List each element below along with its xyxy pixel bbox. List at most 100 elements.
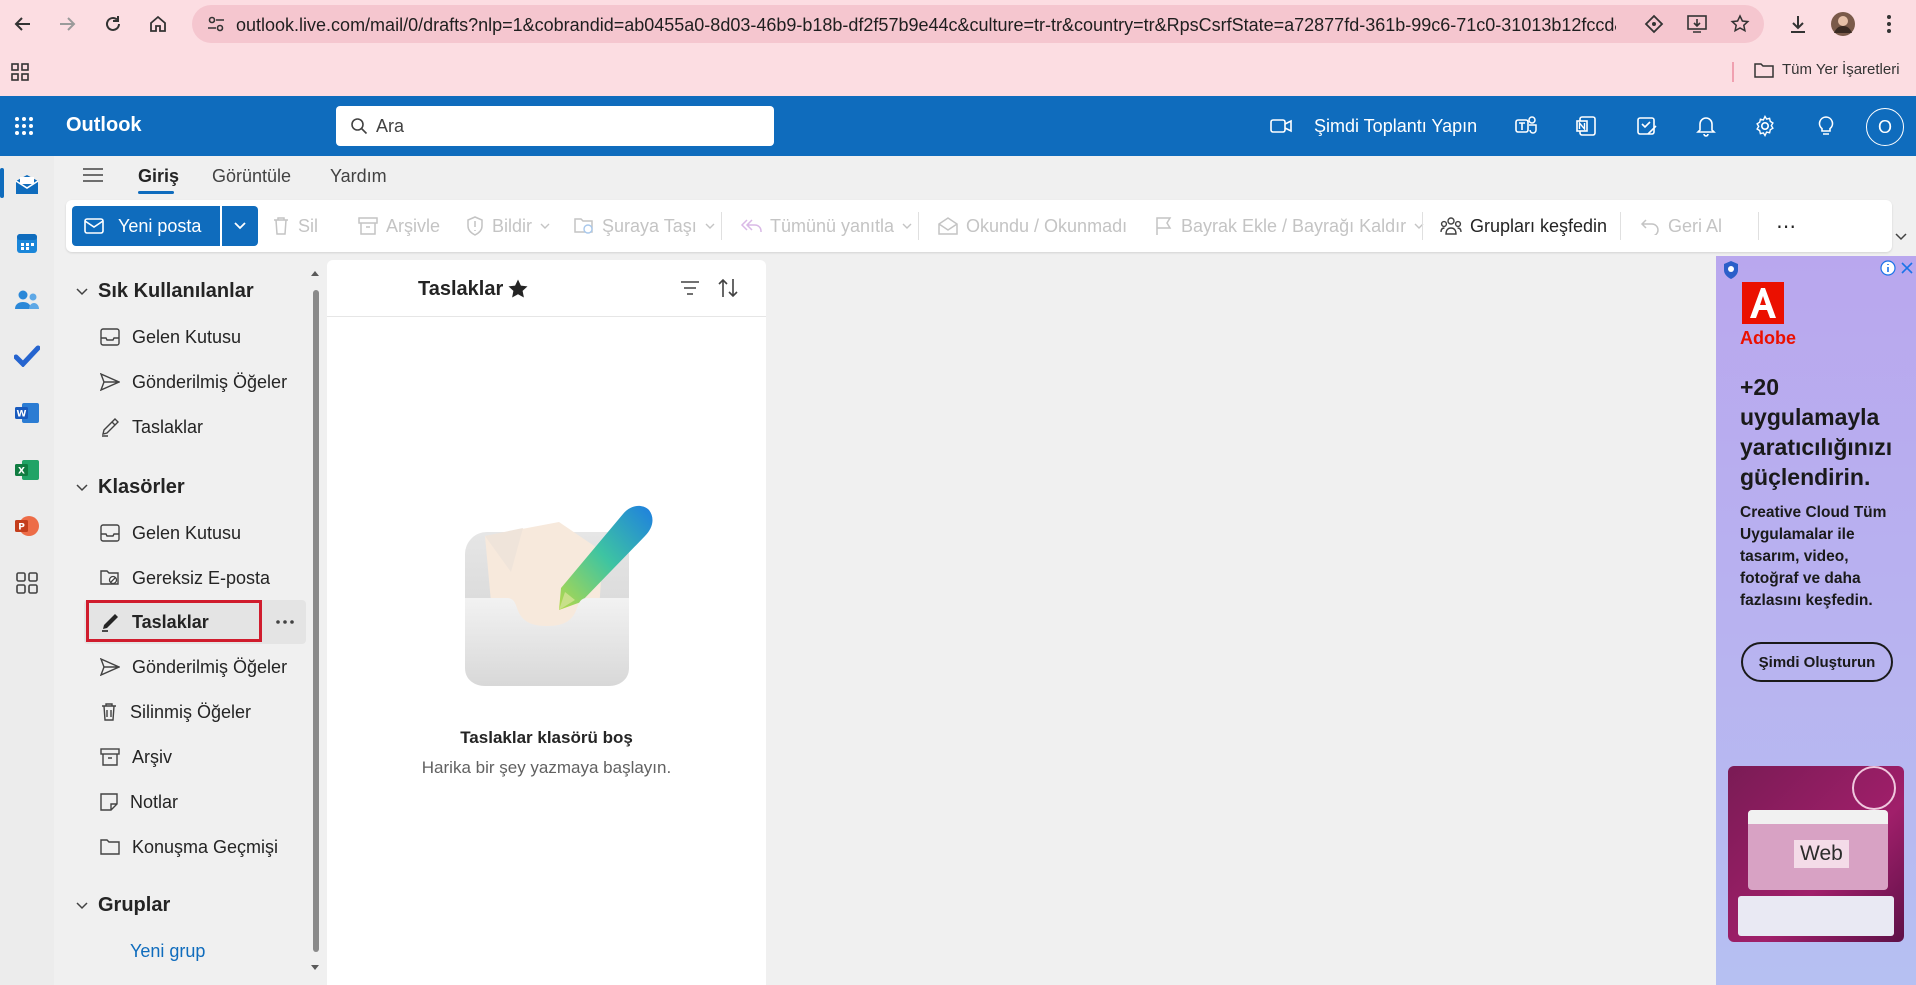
- scroll-up-icon[interactable]: [310, 269, 320, 277]
- fav-inbox-label: Gelen Kutusu: [132, 326, 242, 347]
- new-mail-button[interactable]: Yeni posta: [72, 206, 220, 246]
- ad-cta-button[interactable]: Şimdi Oluşturun: [1741, 642, 1893, 682]
- onenote-button[interactable]: [1571, 111, 1601, 141]
- excel-icon: X: [15, 460, 39, 480]
- bookmark-star-icon[interactable]: [1730, 14, 1750, 34]
- star-favorite-icon[interactable]: [507, 278, 529, 300]
- rail-powerpoint[interactable]: P: [10, 509, 44, 543]
- folder-notes[interactable]: Notlar: [100, 783, 302, 821]
- ad-close-icon[interactable]: [1900, 261, 1914, 275]
- profile-button[interactable]: [1828, 9, 1858, 39]
- to-do-button[interactable]: [1632, 111, 1662, 141]
- install-app-icon[interactable]: [1686, 14, 1708, 34]
- ad-brand: Adobe: [1740, 328, 1796, 348]
- sort-icon[interactable]: [717, 277, 739, 299]
- advertisement-panel[interactable]: Adobe +20 uygulamayla yaratıcılığınızı g…: [1716, 256, 1916, 985]
- back-button[interactable]: [8, 9, 38, 39]
- folders-header[interactable]: Klasörler: [76, 476, 185, 499]
- folder-archive[interactable]: Arşiv: [100, 738, 302, 776]
- folder-deleted-items[interactable]: Silinmiş Öğeler: [100, 693, 302, 731]
- folder-icon: [100, 839, 120, 855]
- read-unread-button[interactable]: Okundu / Okunmadı: [938, 200, 1127, 252]
- read-unread-label: Okundu / Okunmadı: [966, 215, 1128, 236]
- folder-inbox-label: Gelen Kutusu: [132, 522, 242, 543]
- mail-icon: [15, 175, 39, 194]
- app-title[interactable]: Outlook: [66, 114, 142, 137]
- fav-inbox[interactable]: Gelen Kutusu: [100, 318, 302, 356]
- folder-junk[interactable]: Gereksiz E-posta: [100, 559, 302, 597]
- folder-conversation-history[interactable]: Konuşma Geçmişi: [100, 828, 302, 866]
- undo-label: Geri Al: [1668, 215, 1723, 236]
- archive-icon: [100, 748, 120, 766]
- app-launcher-icon[interactable]: [14, 116, 34, 136]
- rail-more-apps[interactable]: [10, 566, 44, 600]
- people-icon: [15, 290, 39, 309]
- url-text: outlook.live.com/mail/0/drafts?nlp=1&cob…: [236, 15, 1616, 35]
- folder-deleted-label: Silinmiş Öğeler: [130, 701, 252, 722]
- discover-groups-button[interactable]: Grupları keşfedin: [1440, 200, 1607, 252]
- folder-sent-items[interactable]: Gönderilmiş Öğeler: [100, 648, 302, 686]
- rail-mail[interactable]: [10, 168, 44, 202]
- reply-all-label: Tümünü yanıtla: [770, 215, 895, 236]
- apps-grid-icon[interactable]: [10, 62, 30, 82]
- groups-header-row[interactable]: Gruplar: [76, 894, 170, 917]
- forward-button[interactable]: [52, 9, 82, 39]
- archive-button[interactable]: Arşivle: [358, 200, 440, 252]
- scroll-down-icon[interactable]: [310, 964, 320, 972]
- reply-all-button[interactable]: Tümünü yanıtla: [740, 200, 912, 252]
- hamburger-menu-icon[interactable]: [82, 167, 104, 183]
- rail-word[interactable]: W: [10, 396, 44, 430]
- folder-more-options-button[interactable]: [268, 600, 302, 644]
- favorites-header[interactable]: Sık Kullanılanlar: [76, 280, 254, 303]
- fav-sent-items[interactable]: Gönderilmiş Öğeler: [100, 363, 302, 401]
- notifications-button[interactable]: [1691, 111, 1721, 141]
- account-avatar[interactable]: O: [1866, 108, 1904, 146]
- fav-drafts[interactable]: Taslaklar: [100, 408, 302, 446]
- all-bookmarks-button[interactable]: Tüm Yer İşaretleri: [1754, 61, 1900, 78]
- move-to-button[interactable]: Şuraya Taşı: [574, 200, 715, 252]
- folder-pane-scrollbar[interactable]: [313, 290, 319, 952]
- new-group-link[interactable]: Yeni grup: [100, 932, 302, 970]
- apps-icon: [16, 572, 38, 594]
- tab-home[interactable]: Giriş: [138, 166, 179, 187]
- undo-icon: [1640, 219, 1659, 235]
- report-button[interactable]: Bildir: [466, 200, 550, 252]
- settings-button[interactable]: [1750, 111, 1780, 141]
- meet-now-label: Şimdi Toplantı Yapın: [1314, 115, 1478, 136]
- filter-icon[interactable]: [680, 280, 700, 296]
- rail-calendar[interactable]: [10, 226, 44, 260]
- search-input[interactable]: Ara: [336, 106, 774, 146]
- rail-excel[interactable]: X: [10, 453, 44, 487]
- address-bar[interactable]: outlook.live.com/mail/0/drafts?nlp=1&cob…: [192, 5, 1764, 43]
- pencil-draft-icon: [102, 418, 119, 437]
- delete-button[interactable]: Sil: [272, 200, 318, 252]
- ad-info-icon[interactable]: [1880, 260, 1896, 276]
- meet-now-button[interactable]: Şimdi Toplantı Yapın: [1270, 96, 1477, 156]
- expand-ribbon-icon[interactable]: [1894, 232, 1908, 242]
- svg-text:P: P: [18, 523, 25, 533]
- teams-button[interactable]: [1511, 111, 1541, 141]
- chevron-down-icon: [540, 223, 550, 229]
- flag-button[interactable]: Bayrak Ekle / Bayrağı Kaldır: [1155, 200, 1424, 252]
- downloads-button[interactable]: [1783, 9, 1813, 39]
- more-commands-button[interactable]: ⋯: [1776, 200, 1796, 252]
- rail-todo[interactable]: [10, 339, 44, 373]
- chevron-down-icon: [902, 223, 912, 229]
- undo-button[interactable]: Geri Al: [1640, 200, 1722, 252]
- chevron-down-icon: [76, 287, 88, 295]
- new-mail-dropdown[interactable]: [222, 206, 258, 246]
- rail-people[interactable]: [10, 283, 44, 317]
- home-button[interactable]: [143, 9, 173, 39]
- browser-menu-button[interactable]: [1874, 9, 1904, 39]
- tab-view[interactable]: Görüntüle: [212, 166, 291, 187]
- tab-help[interactable]: Yardım: [330, 166, 387, 187]
- new-mail-label: Yeni posta: [118, 215, 202, 236]
- lens-icon[interactable]: [1644, 14, 1664, 34]
- site-settings-icon[interactable]: [206, 15, 226, 33]
- junk-folder-icon: [100, 570, 119, 585]
- folder-inbox[interactable]: Gelen Kutusu: [100, 514, 302, 552]
- tips-button[interactable]: [1811, 111, 1841, 141]
- folders-title: Klasörler: [98, 476, 185, 498]
- reload-button[interactable]: [98, 9, 128, 39]
- video-camera-icon: [1270, 119, 1292, 133]
